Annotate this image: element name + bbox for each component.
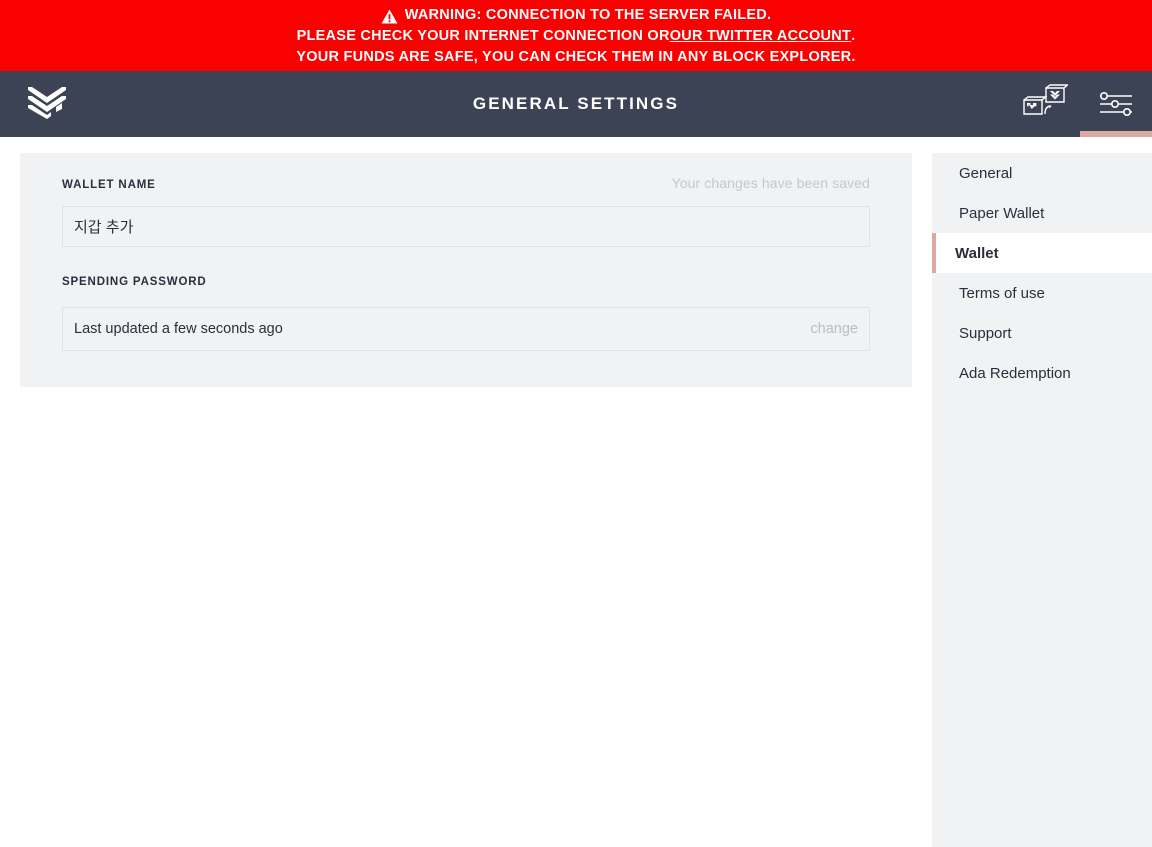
settings-sidebar-menu: General Paper Wallet Wallet Terms of use… [932,153,1152,847]
warning-line-2-prefix: PLEASE CHECK YOUR INTERNET CONNECTION OR [296,28,670,44]
sidebar-item-label: Terms of use [959,284,1045,302]
top-navigation-bar: GENERAL SETTINGS [0,71,1152,137]
warning-triangle-icon [381,9,398,24]
settings-sliders-icon[interactable] [1080,71,1152,137]
wallet-name-input[interactable] [62,206,870,247]
twitter-account-link[interactable]: OUR TWITTER ACCOUNT [670,26,851,47]
sidebar-item-label: Paper Wallet [959,204,1045,222]
spending-password-header: SPENDING PASSWORD [62,247,870,298]
sidebar-item-ada-redemption[interactable]: Ada Redemption [932,353,1152,393]
warning-line-2: PLEASE CHECK YOUR INTERNET CONNECTION OR… [297,26,856,47]
warning-line-1-text: WARNING: CONNECTION TO THE SERVER FAILED… [404,7,772,23]
warning-line-1: WARNING: CONNECTION TO THE SERVER FAILED… [381,5,772,26]
sidebar-item-label: Ada Redemption [959,364,1071,382]
wallet-name-label: WALLET NAME [62,179,156,191]
settings-tab-active-indicator [1080,131,1152,137]
sidebar-item-terms-of-use[interactable]: Terms of use [932,273,1152,313]
spending-password-change-link[interactable]: change [810,321,858,337]
sidebar-item-support[interactable]: Support [932,313,1152,353]
sidebar-item-wallet[interactable]: Wallet [932,233,1152,273]
changes-saved-message: Your changes have been saved [671,175,870,191]
wallet-settings-panel: WALLET NAME Your changes have been saved… [20,153,912,387]
topbar-actions [1008,71,1152,137]
sidebar-item-general[interactable]: General [932,153,1152,193]
wallet-name-header: WALLET NAME Your changes have been saved [62,153,870,197]
wallet-switch-icon[interactable] [1008,71,1080,137]
sidebar-item-paper-wallet[interactable]: Paper Wallet [932,193,1152,233]
warning-line-3: YOUR FUNDS ARE SAFE, YOU CAN CHECK THEM … [296,49,856,65]
spending-password-row[interactable]: Last updated a few seconds ago change [62,307,870,351]
page-title: GENERAL SETTINGS [472,94,680,113]
sidebar-item-label: General [959,164,1013,182]
sidebar-item-label: Wallet [955,244,999,262]
server-connection-warning-banner: WARNING: CONNECTION TO THE SERVER FAILED… [0,0,1152,71]
spending-password-status: Last updated a few seconds ago [74,321,283,337]
warning-line-2-suffix: . [851,28,856,44]
spending-password-label: SPENDING PASSWORD [62,276,207,288]
sidebar-item-label: Support [959,324,1012,342]
